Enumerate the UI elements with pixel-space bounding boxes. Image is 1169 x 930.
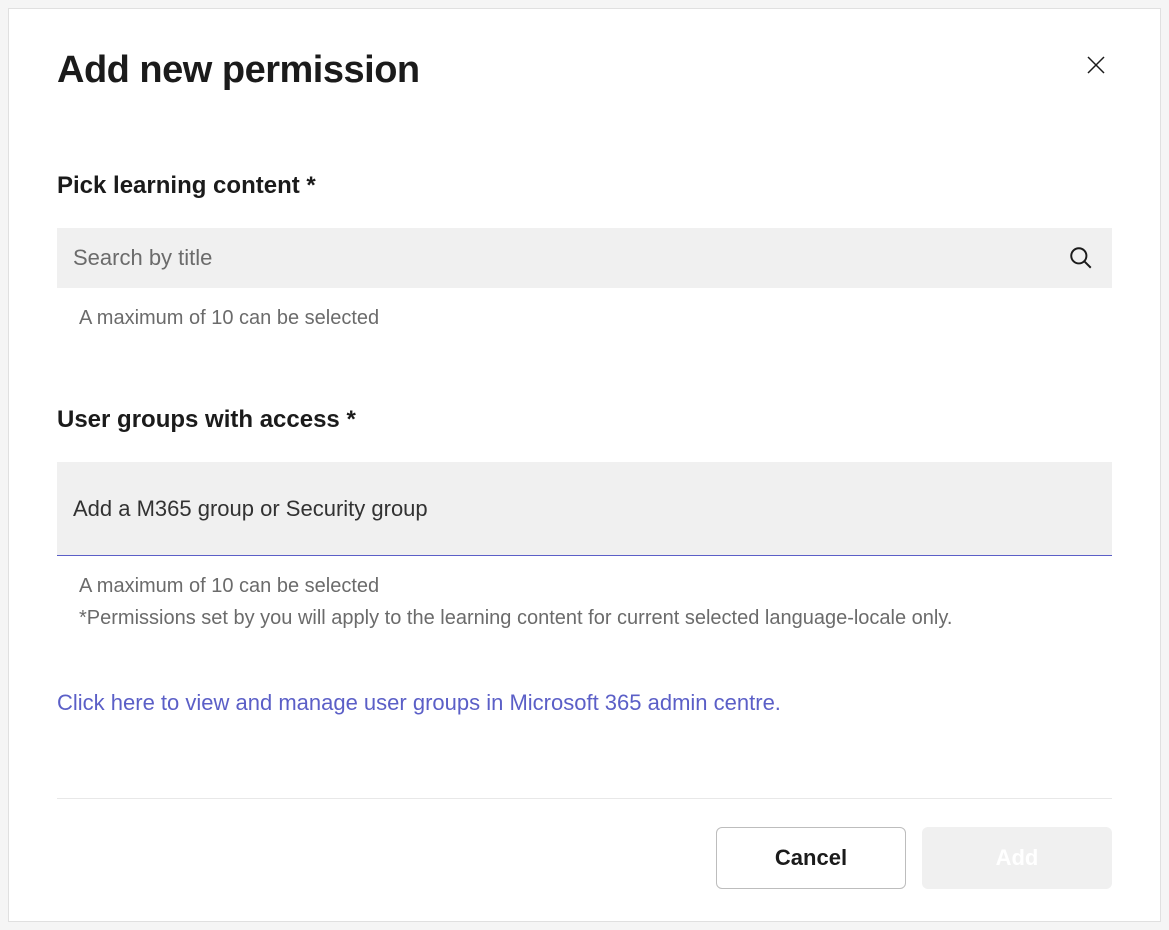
user-groups-label: User groups with access *	[57, 406, 1112, 434]
close-button[interactable]	[1080, 49, 1112, 84]
learning-content-search-input[interactable]	[57, 228, 1112, 288]
user-groups-field: User groups with access * A maximum of 1…	[57, 406, 1112, 634]
user-groups-input[interactable]	[57, 462, 1112, 556]
learning-content-helper: A maximum of 10 can be selected	[57, 302, 1112, 334]
user-groups-helper-line2: *Permissions set by you will apply to th…	[79, 602, 1112, 634]
dialog-footer: Cancel Add	[57, 798, 1112, 889]
search-icon	[1068, 245, 1094, 271]
close-icon	[1084, 53, 1108, 80]
manage-groups-link[interactable]: Click here to view and manage user group…	[57, 690, 1112, 716]
learning-content-field: Pick learning content * A maximum of 10 …	[57, 172, 1112, 334]
user-groups-helper-line1: A maximum of 10 can be selected	[79, 570, 1112, 602]
dialog-header: Add new permission	[57, 49, 1112, 92]
user-groups-helper: A maximum of 10 can be selected *Permiss…	[57, 570, 1112, 634]
search-input-wrap	[57, 228, 1112, 288]
dialog-title: Add new permission	[57, 49, 420, 92]
cancel-button[interactable]: Cancel	[716, 827, 906, 889]
add-button[interactable]: Add	[922, 827, 1112, 889]
add-permission-dialog: Add new permission Pick learning content…	[8, 8, 1161, 922]
learning-content-label: Pick learning content *	[57, 172, 1112, 200]
